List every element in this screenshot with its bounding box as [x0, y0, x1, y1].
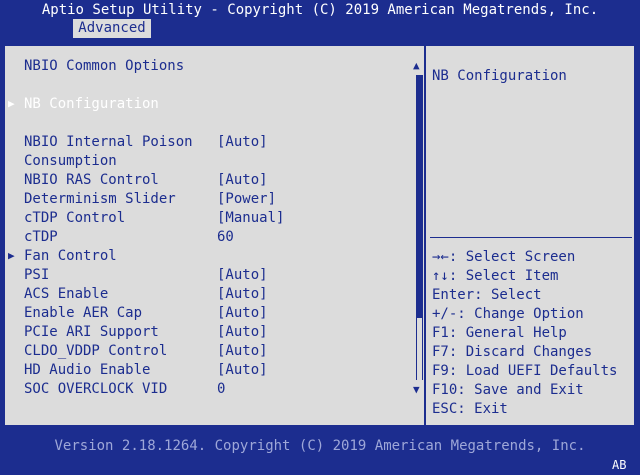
- section-title: NBIO Common Options: [24, 58, 185, 74]
- setting-value-enable-aer-cap[interactable]: [Auto]: [217, 304, 268, 323]
- setting-value-acs-enable[interactable]: [Auto]: [217, 285, 268, 304]
- setting-label: NBIO Internal Poison: [24, 134, 193, 150]
- setting-value-psi[interactable]: [Auto]: [217, 266, 268, 285]
- key-hint: +/-: Change Option: [432, 306, 584, 322]
- help-text: NB Configuration: [432, 68, 567, 84]
- setting-value-hd-audio-enable[interactable]: [Auto]: [217, 361, 268, 380]
- key-hint: F1: General Help: [432, 325, 567, 341]
- setting-value-determinism-slider[interactable]: [Power]: [217, 190, 276, 209]
- setting-label: Determinism Slider: [24, 191, 176, 207]
- setting-label: ACS Enable: [24, 286, 109, 302]
- scroll-down-icon[interactable]: ▼: [413, 383, 420, 396]
- setting-label: PCIe ARI Support: [24, 324, 159, 340]
- setting-label: cTDP Control: [24, 210, 126, 226]
- setting-value-cldo-vddp-control[interactable]: [Auto]: [217, 342, 268, 361]
- setting-label: NBIO RAS Control: [24, 172, 159, 188]
- key-hint: F10: Save and Exit: [432, 382, 584, 398]
- key-hint: ESC: Exit: [432, 401, 508, 417]
- setting-value-ctdp-control[interactable]: [Manual]: [217, 209, 284, 228]
- setting-label: Enable AER Cap: [24, 305, 143, 321]
- key-legend: →←: Select Screen ↑↓: Select Item Enter:…: [432, 248, 617, 419]
- setting-label: PSI: [24, 267, 50, 283]
- menu-item-fan-control[interactable]: Fan Control: [24, 247, 117, 266]
- scroll-up-icon[interactable]: ▲: [413, 59, 420, 72]
- setting-label: HD Audio Enable: [24, 362, 151, 378]
- setting-value-ctdp[interactable]: 60: [217, 228, 234, 247]
- setting-value-pcie-ari-support[interactable]: [Auto]: [217, 323, 268, 342]
- setting-label: CLDO_VDDP Control: [24, 343, 168, 359]
- setting-label: Consumption: [24, 153, 117, 169]
- setting-label: cTDP: [24, 229, 58, 245]
- key-hint: →←: Select Screen: [432, 249, 576, 265]
- key-hint: F7: Discard Changes: [432, 344, 593, 360]
- key-hint: ↑↓: Select Item: [432, 268, 559, 284]
- setting-label: SOC OVERCLOCK VID: [24, 381, 168, 397]
- setting-value-soc-overclock-vid[interactable]: 0: [217, 380, 225, 399]
- setting-value-nbio-ras-control[interactable]: [Auto]: [217, 171, 268, 190]
- corner-indicator: AB: [612, 458, 627, 472]
- tab-advanced[interactable]: Advanced: [73, 19, 151, 38]
- menu-item-nb-configuration[interactable]: NB Configuration: [24, 95, 159, 114]
- submenu-arrow-icon: ▶: [8, 97, 15, 110]
- setting-value-nbio-internal-poison[interactable]: [Auto]: [217, 133, 268, 152]
- help-divider: [430, 237, 632, 238]
- version-footer: Version 2.18.1264. Copyright (C) 2019 Am…: [54, 438, 586, 454]
- key-hint: Enter: Select: [432, 287, 542, 303]
- window-title: Aptio Setup Utility - Copyright (C) 2019…: [41, 2, 599, 18]
- scrollbar-thumb[interactable]: [416, 318, 423, 380]
- submenu-arrow-icon: ▶: [8, 249, 15, 262]
- key-hint: F9: Load UEFI Defaults: [432, 363, 618, 379]
